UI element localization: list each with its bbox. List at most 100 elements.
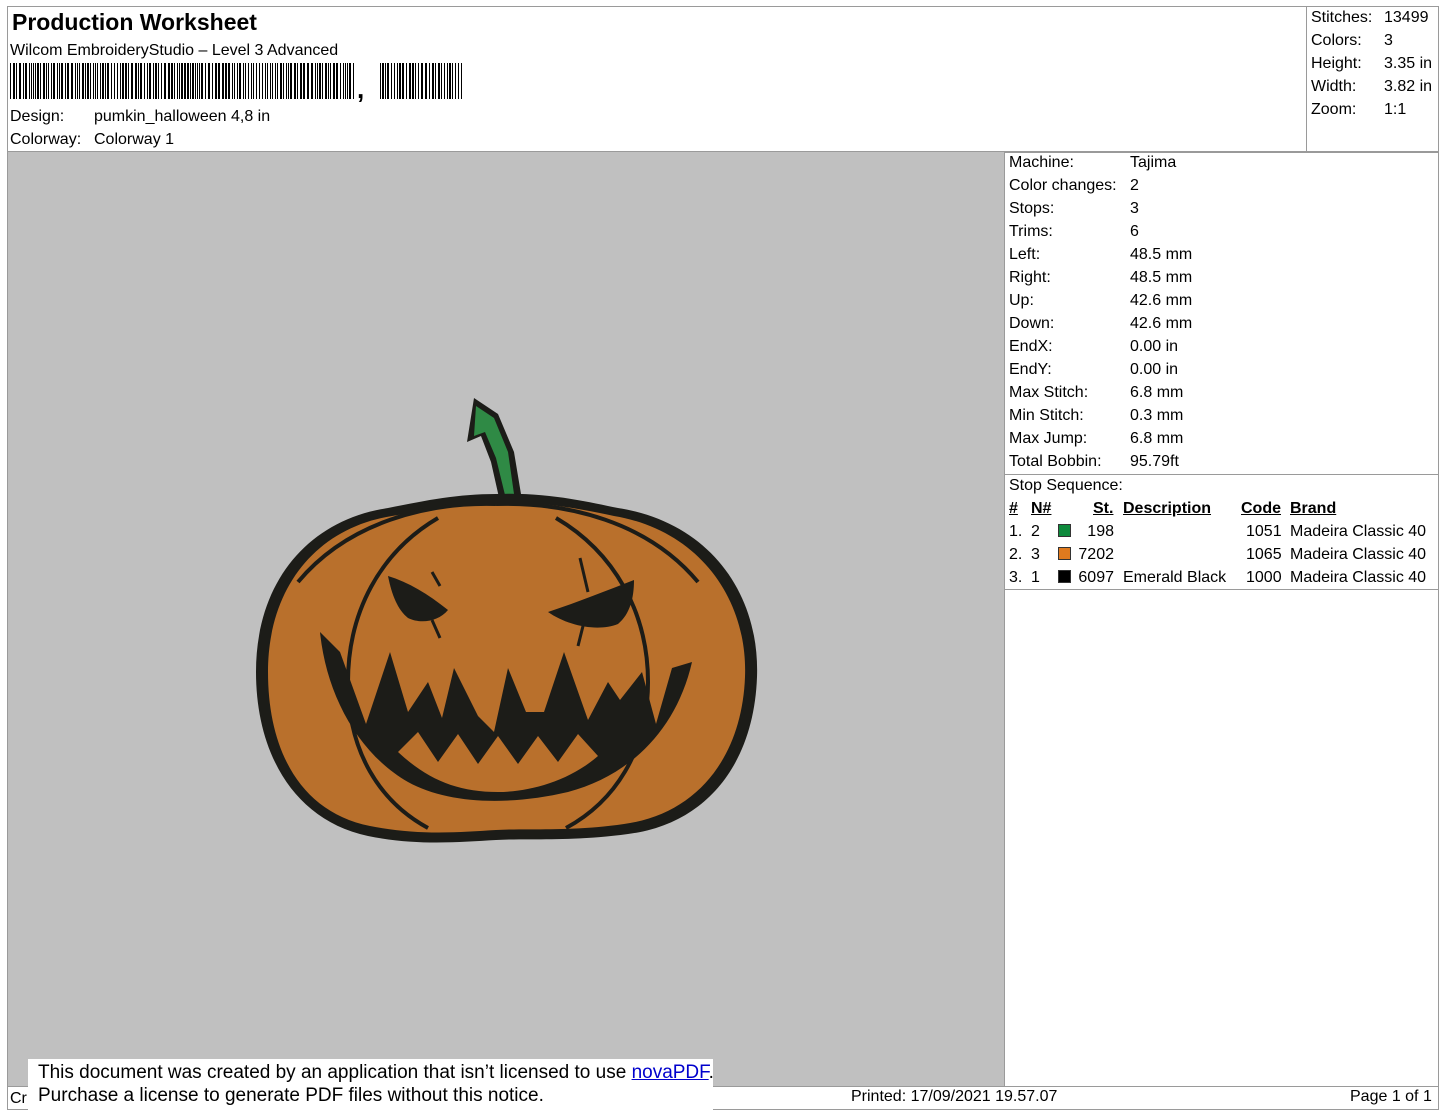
barcode-bar: [65, 63, 66, 99]
detail-label: Down:: [1009, 315, 1055, 332]
barcode-bar: [114, 63, 115, 99]
barcode-bar: [382, 63, 384, 99]
col-header-description: Description: [1123, 500, 1212, 517]
barcode-bar: [95, 63, 96, 99]
detail-row-max-jump: Max Jump: 6.8 mm: [1009, 427, 1437, 450]
barcode-bar: [432, 63, 434, 99]
barcode-bar: [262, 63, 263, 99]
detail-row-endx: EndX: 0.00 in: [1009, 335, 1437, 358]
barcode-bar: [237, 63, 238, 99]
thread-color-swatch: [1058, 547, 1071, 560]
summary-list: Stitches: 13499 Colors: 3 Height: 3.35 i…: [1311, 6, 1439, 126]
barcode-bar: [234, 63, 235, 99]
barcode-bar: [29, 63, 30, 99]
barcode-bar: [222, 63, 224, 99]
barcode-bar: [82, 63, 84, 99]
barcode-bar: [40, 63, 41, 99]
summary-label: Width:: [1311, 78, 1357, 95]
barcode-bar: [111, 63, 112, 99]
summary-value: 13499: [1384, 9, 1429, 26]
detail-label: Up:: [1009, 292, 1034, 309]
detail-value: 2: [1130, 177, 1139, 194]
stop-sequence-title: Stop Sequence:: [1009, 477, 1123, 494]
barcode-bar: [105, 63, 106, 99]
barcode-bar: [71, 63, 73, 99]
col-header-needle: N#: [1031, 500, 1052, 517]
row-description: Emerald Black: [1123, 569, 1227, 586]
barcode-bar: [107, 63, 109, 99]
barcode-bar: [272, 63, 273, 99]
detail-value: 3: [1130, 200, 1139, 217]
barcode-bar: [267, 63, 268, 99]
barcode-bar: [239, 63, 241, 99]
detail-label: Max Stitch:: [1009, 384, 1089, 401]
detail-row-max-stitch: Max Stitch: 6.8 mm: [1009, 381, 1437, 404]
notice-line-1: This document was created by an applicat…: [38, 1061, 714, 1084]
barcode-bar: [155, 63, 157, 99]
summary-row-zoom: Zoom: 1:1: [1311, 98, 1439, 121]
barcode-bar: [16, 63, 17, 99]
barcode-bar: [243, 63, 244, 99]
barcode-bar: [412, 63, 414, 99]
detail-label: Machine:: [1009, 154, 1074, 171]
details-list: Machine: Tajima Color changes: 2 Stops: …: [1009, 151, 1437, 474]
barcode-bars: [10, 63, 462, 99]
barcode-bar: [452, 63, 453, 99]
barcode-bar: [85, 63, 86, 99]
barcode-bar: [87, 63, 89, 99]
production-worksheet-page: { "header": { "title": "Production Works…: [0, 0, 1445, 1117]
detail-row-right: Right: 48.5 mm: [1009, 266, 1437, 289]
barcode-bar: [455, 63, 456, 99]
barcode-bar: [245, 63, 246, 99]
detail-value: 48.5 mm: [1130, 246, 1193, 263]
barcode-bar: [425, 63, 427, 99]
barcode-bar: [171, 63, 173, 99]
barcode-bar: [61, 63, 63, 99]
printed-date: Printed: 17/09/2021 19.57.07: [851, 1088, 1058, 1105]
barcode-bar: [75, 63, 76, 99]
barcode-bar: [23, 63, 24, 99]
barcode-bar: [31, 63, 32, 99]
col-header-brand: Brand: [1290, 500, 1337, 517]
barcode-bar: [343, 63, 344, 99]
barcode-bar: [177, 63, 178, 99]
design-preview: [7, 152, 1005, 1087]
detail-value: 6.8 mm: [1130, 384, 1184, 401]
detail-value: 48.5 mm: [1130, 269, 1193, 286]
barcode-bar: [461, 63, 462, 99]
novapdf-link[interactable]: novaPDF: [632, 1062, 709, 1083]
barcode-bar: [394, 63, 395, 99]
row-num: 2.: [1009, 546, 1023, 563]
barcode-bar: [421, 63, 423, 99]
barcode-bar: [435, 63, 436, 99]
row-num: 3.: [1009, 569, 1023, 586]
colorway-value: Colorway 1: [94, 131, 175, 148]
summary-row-height: Height: 3.35 in: [1311, 52, 1439, 75]
stop-sequence-table: # N# St. Description Code Brand 1. 2 198…: [1004, 497, 1439, 589]
notice-period: .: [708, 1062, 714, 1083]
barcode-bar: [187, 63, 189, 99]
detail-value: 42.6 mm: [1130, 292, 1193, 309]
detail-value: 6: [1130, 223, 1139, 240]
created-prefix: Cr: [10, 1090, 27, 1107]
design-value: pumkin_halloween 4,8 in: [94, 108, 271, 125]
barcode-bar: [93, 63, 94, 99]
row-brand: Madeira Classic 40: [1290, 546, 1427, 563]
barcode-bar: [19, 63, 21, 99]
detail-label: Color changes:: [1009, 177, 1117, 194]
notice-text: This document was created by an applicat…: [38, 1062, 632, 1083]
barcode-bar: [158, 63, 159, 99]
barcode-bar: [128, 63, 129, 99]
barcode-bar: [161, 63, 162, 99]
barcode-bar: [380, 63, 381, 99]
colorway-label: Colorway:: [10, 131, 82, 148]
col-header-num: #: [1009, 500, 1018, 517]
barcode-bar: [25, 63, 27, 99]
col-header-code: Code: [1241, 500, 1281, 517]
barcode-bar: [307, 63, 309, 99]
row-stitches: 7202: [1078, 546, 1114, 563]
barcode-bar: [138, 63, 139, 99]
detail-value: 0.00 in: [1130, 361, 1179, 378]
barcode-bar: [447, 63, 448, 99]
barcode-bar: [190, 63, 191, 99]
